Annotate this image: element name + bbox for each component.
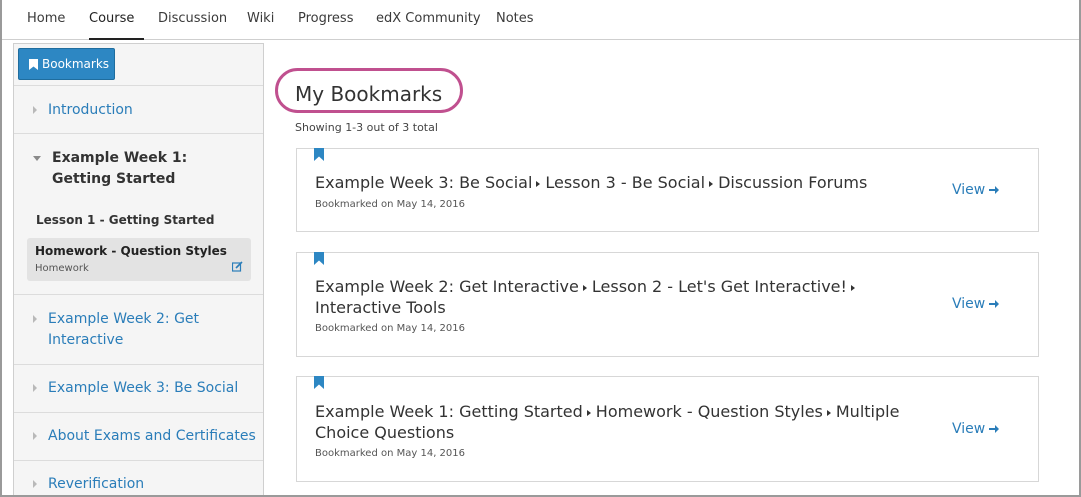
- results-count: Showing 1-3 out of 3 total: [295, 121, 438, 134]
- section-label: Example Week 3: Be Social: [48, 380, 239, 396]
- sidebar-section-week3[interactable]: Example Week 3: Be Social: [14, 364, 263, 412]
- view-link[interactable]: View: [952, 421, 1000, 437]
- view-link[interactable]: View: [952, 296, 1000, 312]
- tab-discussion[interactable]: Discussion: [158, 0, 227, 40]
- view-label: View: [952, 296, 986, 312]
- path-unit: Example Week 1: Getting Started: [315, 402, 583, 421]
- sidebar-section-introduction[interactable]: Introduction: [14, 85, 263, 133]
- section-label: Example Week 2: Get Interactive: [48, 311, 200, 348]
- tab-edx-community[interactable]: edX Community: [376, 0, 481, 40]
- bookmark-card[interactable]: Example Week 1: Getting Started Homework …: [296, 376, 1039, 482]
- tab-course[interactable]: Course: [89, 0, 144, 40]
- breadcrumb-separator-icon: [536, 180, 541, 187]
- lesson-label: Lesson 1 - Getting Started: [36, 213, 215, 227]
- bookmark-icon: [29, 58, 38, 70]
- breadcrumb-separator-icon: [586, 409, 591, 416]
- arrow-right-icon: [989, 425, 1000, 433]
- view-label: View: [952, 182, 986, 198]
- bookmarks-button-label: Bookmarks: [42, 57, 110, 71]
- path-page: Interactive Tools: [315, 298, 446, 317]
- view-label: View: [952, 421, 986, 437]
- chevron-right-icon: [33, 480, 37, 488]
- bookmarks-button[interactable]: Bookmarks: [18, 48, 115, 80]
- tab-notes[interactable]: Notes: [496, 0, 534, 40]
- course-tabs: Home Course Discussion Wiki Progress edX…: [2, 0, 1079, 40]
- sidebar-section-exams[interactable]: About Exams and Certificates: [14, 412, 263, 460]
- edit-icon: [232, 261, 243, 272]
- bookmark-path: Example Week 2: Get Interactive Lesson 2 …: [315, 276, 935, 318]
- bookmark-date: Bookmarked on May 14, 2016: [315, 323, 465, 334]
- subsection-homework[interactable]: Homework - Question Styles Homework: [27, 238, 251, 281]
- path-lesson: Homework - Question Styles: [595, 402, 823, 421]
- subsection-title: Homework - Question Styles: [35, 244, 227, 258]
- bookmark-path: Example Week 1: Getting Started Homework …: [315, 401, 935, 443]
- view-link[interactable]: View: [952, 182, 1000, 198]
- path-page: Discussion Forums: [718, 173, 868, 192]
- chevron-right-icon: [33, 384, 37, 392]
- section-label: Introduction: [48, 102, 133, 118]
- bookmark-icon: [314, 376, 324, 389]
- app-frame: Home Course Discussion Wiki Progress edX…: [0, 0, 1081, 497]
- page-title: My Bookmarks: [295, 82, 443, 106]
- bookmark-path: Example Week 3: Be Social Lesson 3 - Be S…: [315, 172, 935, 193]
- arrow-right-icon: [989, 186, 1000, 194]
- tab-home[interactable]: Home: [27, 0, 65, 40]
- path-unit: Example Week 3: Be Social: [315, 173, 533, 192]
- bookmark-card[interactable]: Example Week 3: Be Social Lesson 3 - Be S…: [296, 148, 1039, 232]
- tab-progress[interactable]: Progress: [298, 0, 353, 40]
- breadcrumb-separator-icon: [850, 284, 855, 291]
- tab-wiki[interactable]: Wiki: [247, 0, 274, 40]
- section-label: Example Week 1: Getting Started: [52, 150, 188, 187]
- subsection-meta: Homework: [35, 263, 89, 274]
- bookmark-date: Bookmarked on May 14, 2016: [315, 448, 465, 459]
- bookmark-icon: [314, 148, 324, 161]
- path-lesson: Lesson 3 - Be Social: [545, 173, 706, 192]
- arrow-right-icon: [989, 300, 1000, 308]
- bookmark-card[interactable]: Example Week 2: Get Interactive Lesson 2 …: [296, 252, 1039, 357]
- chevron-down-icon: [33, 156, 41, 161]
- bookmarks-panel: My Bookmarks Showing 1-3 out of 3 total …: [265, 43, 1079, 495]
- section-label: About Exams and Certificates: [48, 428, 256, 444]
- bookmark-date: Bookmarked on May 14, 2016: [315, 199, 465, 210]
- breadcrumb-separator-icon: [826, 409, 831, 416]
- breadcrumb-separator-icon: [582, 284, 587, 291]
- chevron-right-icon: [33, 106, 37, 114]
- breadcrumb-separator-icon: [709, 180, 714, 187]
- chevron-right-icon: [33, 432, 37, 440]
- chevron-right-icon: [33, 315, 37, 323]
- sidebar-section-reverification[interactable]: Reverification: [14, 460, 263, 495]
- path-unit: Example Week 2: Get Interactive: [315, 277, 579, 296]
- section-label: Reverification: [48, 476, 145, 492]
- path-lesson: Lesson 2 - Let's Get Interactive!: [591, 277, 847, 296]
- course-sidebar: Bookmarks Introduction Example Week 1: G…: [13, 43, 264, 495]
- sidebar-section-week2[interactable]: Example Week 2: Get Interactive: [14, 294, 263, 364]
- bookmark-icon: [314, 252, 324, 265]
